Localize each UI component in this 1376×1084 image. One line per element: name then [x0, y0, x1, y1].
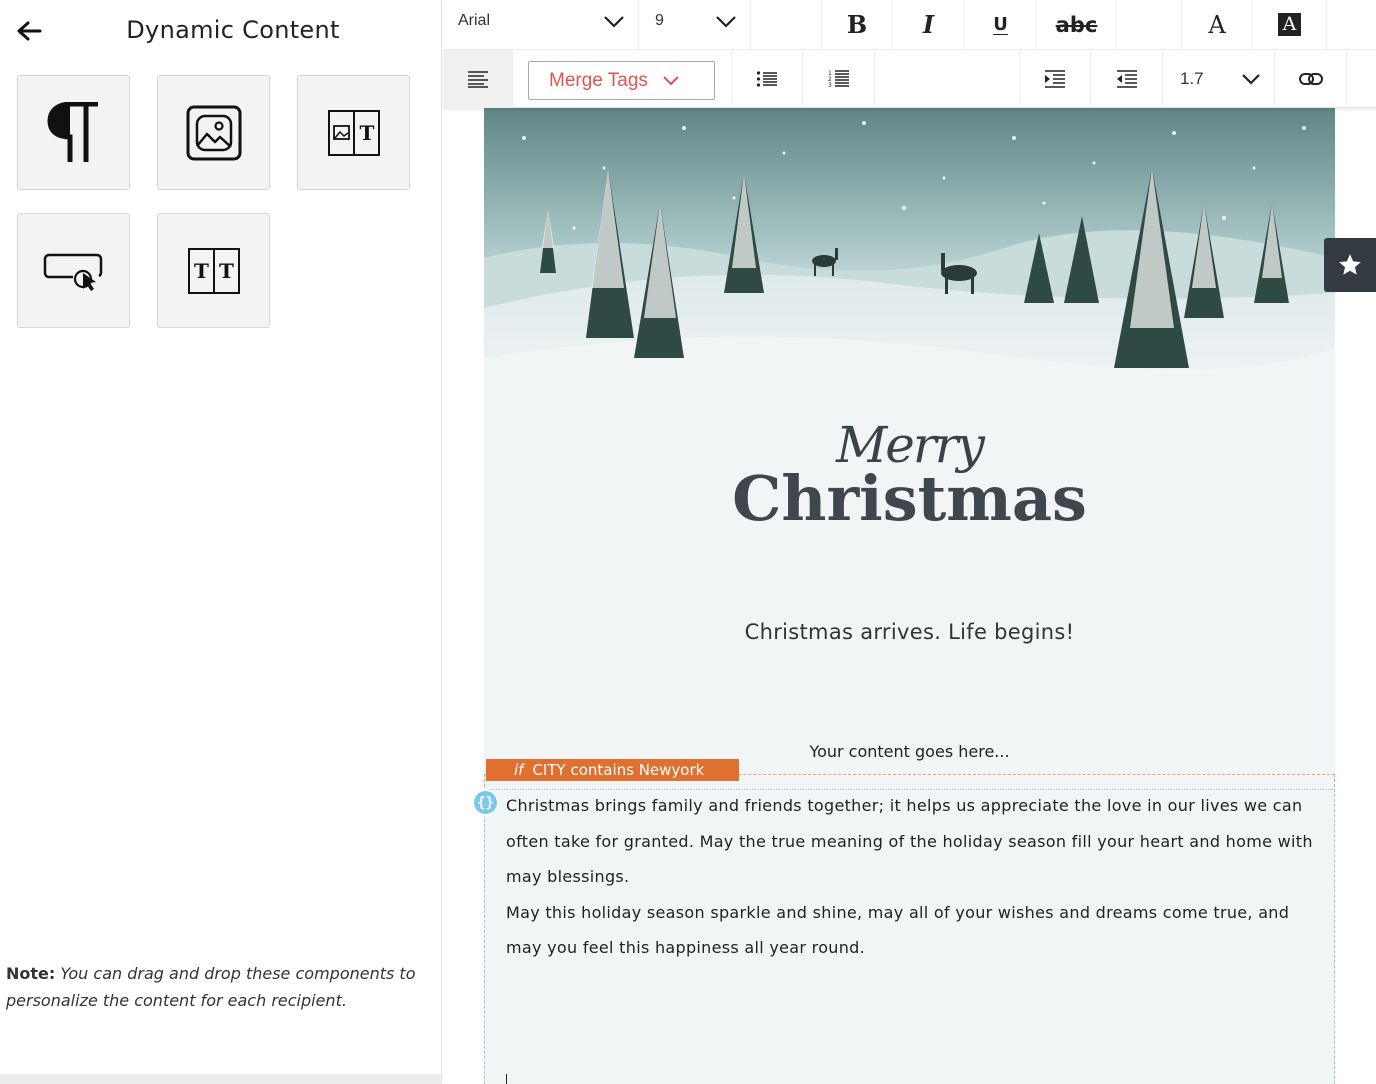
background-color-button[interactable]: A [1253, 0, 1327, 49]
font-size-select[interactable]: 9 [639, 0, 751, 49]
condition-text: CITY contains Newyork [532, 761, 705, 779]
line-height-value: 1.7 [1180, 69, 1204, 88]
panel-header: Dynamic Content [0, 0, 442, 62]
bulleted-list-icon [756, 71, 777, 87]
dynamic-paragraph: Christmas brings family and friends toge… [506, 796, 1313, 886]
font-color-button[interactable]: A [1181, 0, 1253, 49]
strikethrough-button[interactable]: abc [1037, 0, 1117, 49]
favorites-button[interactable] [1324, 238, 1376, 292]
align-button[interactable] [443, 50, 513, 108]
outdent-icon [1116, 70, 1137, 88]
image-text-component[interactable]: T [297, 75, 410, 190]
two-column-text-component[interactable]: TT [157, 213, 270, 328]
button-cursor-icon [43, 253, 102, 291]
font-family-select[interactable]: Arial [443, 0, 639, 49]
outdent-button[interactable] [1091, 50, 1163, 108]
chevron-down-icon [604, 16, 624, 28]
winter-landscape-image[interactable] [484, 108, 1335, 408]
condition-keyword: if [514, 761, 524, 779]
merge-tags-dropdown[interactable]: Merge Tags [528, 61, 715, 100]
tagline[interactable]: Christmas arrives. Life begins! [484, 620, 1335, 644]
font-size-value: 9 [655, 12, 664, 29]
italic-icon: I [922, 10, 935, 39]
link-icon [1298, 73, 1323, 85]
two-column-text-icon: TT [187, 247, 240, 294]
strikethrough-icon: abc [1055, 12, 1098, 37]
merry-christmas-heading: Merry Christmas [484, 418, 1335, 532]
svg-text:T: T [194, 259, 209, 283]
dynamic-content-panel: Dynamic Content T TT Note: You can drag … [0, 0, 442, 1084]
bulleted-list-button[interactable] [731, 50, 803, 108]
numbered-list-icon: 123 [828, 70, 849, 89]
text-caret [506, 1074, 507, 1084]
bold-icon: B [846, 10, 868, 39]
pilcrow-icon [46, 101, 98, 162]
chevron-down-icon [716, 16, 736, 28]
underline-button[interactable]: U [965, 0, 1037, 49]
usage-note: Note: You can drag and drop these compon… [6, 960, 436, 1014]
chevron-down-icon [663, 75, 679, 85]
link-button[interactable] [1275, 50, 1347, 108]
bold-button[interactable]: B [821, 0, 893, 49]
image-component[interactable] [157, 75, 270, 190]
italic-button[interactable]: I [893, 0, 965, 49]
dynamic-text[interactable]: Christmas brings family and friends toge… [506, 788, 1318, 966]
text-toolbar: Arial 9 B I U abc A A Merge Tags 1 2 3 1… [443, 0, 1376, 108]
numbered-list-button[interactable]: 123 [803, 50, 875, 108]
font-family-value: Arial [458, 12, 491, 29]
image-text-icon: T [327, 109, 380, 156]
font-color-icon: A [1208, 10, 1226, 39]
note-label: Note: [6, 964, 56, 983]
toolbar-row-2: Merge Tags 123 1.7 [443, 50, 1376, 108]
svg-text:T: T [219, 259, 234, 283]
dynamic-paragraph: May this holiday season sparkle and shin… [506, 902, 1290, 958]
line-height-select[interactable]: 1.7 [1163, 50, 1275, 108]
image-icon [186, 105, 241, 160]
dynamic-block-icon[interactable]: {} [472, 789, 499, 816]
paragraph-component[interactable] [17, 75, 130, 190]
note-text: You can drag and drop these components t… [6, 964, 416, 1010]
align-left-icon [467, 71, 488, 88]
svg-text:3: 3 [828, 82, 832, 89]
svg-text:T: T [359, 121, 374, 145]
email-canvas[interactable]: Merry Christmas Christmas arrives. Life … [484, 108, 1335, 1084]
merge-tags-label: Merge Tags [549, 69, 648, 91]
star-icon [1339, 254, 1361, 275]
button-component[interactable] [17, 213, 130, 328]
condition-tag[interactable]: if CITY contains Newyork [486, 759, 739, 781]
toolbar-row-1: Arial 9 B I U abc A A [443, 0, 1376, 50]
panel-title: Dynamic Content [126, 16, 340, 44]
indent-button[interactable] [1019, 50, 1091, 108]
panel-footer-bar [0, 1074, 442, 1084]
greeting-main: Christmas [732, 462, 1087, 535]
chevron-down-icon [1242, 74, 1260, 85]
underline-icon: U [993, 14, 1008, 35]
background-color-icon: A [1278, 13, 1301, 36]
indent-icon [1045, 70, 1065, 88]
